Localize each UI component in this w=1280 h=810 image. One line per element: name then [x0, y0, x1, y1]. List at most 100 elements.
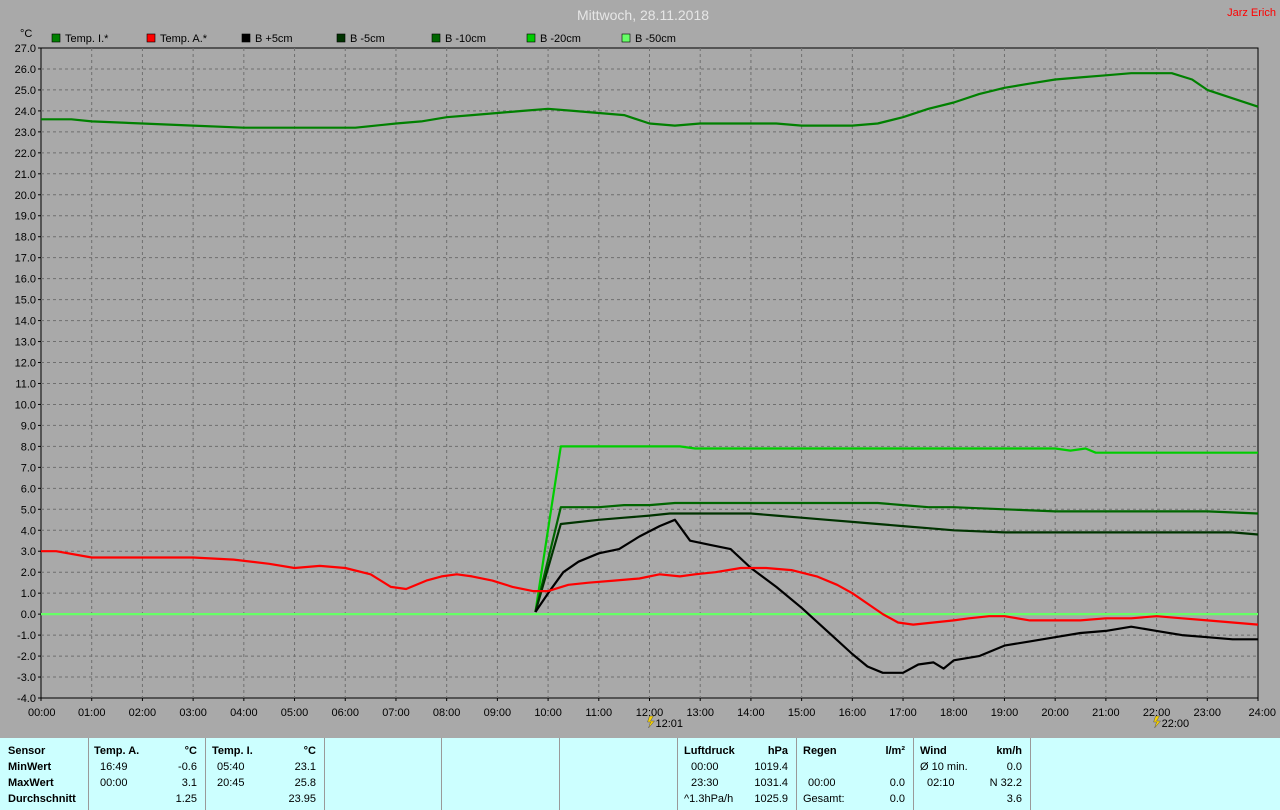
- legend-swatch: [241, 33, 251, 43]
- legend-swatch: [431, 33, 441, 43]
- stats-temp-a-max-value: 3.1: [181, 777, 197, 789]
- y-tick-label: 9.0: [21, 420, 36, 432]
- y-tick-label: 1.0: [21, 588, 36, 600]
- stats-rain-header: Regen: [803, 745, 837, 757]
- y-tick-label: 20.0: [15, 190, 36, 202]
- stats-temp-a-header: Temp. A.: [94, 745, 140, 757]
- stats-temp-i-max-time: 20:45: [217, 777, 245, 789]
- stats-pressure-max-value: 1031.4: [754, 777, 788, 789]
- stats-sensor-header: Sensor: [8, 745, 46, 757]
- stats-pressure-min-value: 1019.4: [754, 761, 788, 773]
- x-tick-label: 05:00: [281, 707, 309, 719]
- y-tick-label: 18.0: [15, 232, 36, 244]
- x-tick-label: 14:00: [737, 707, 765, 719]
- y-tick-label: 25.0: [15, 85, 36, 97]
- x-tick-label: 19:00: [991, 707, 1019, 719]
- y-tick-label: 24.0: [15, 106, 36, 118]
- stats-temp-a-max-time: 00:00: [100, 777, 128, 789]
- x-tick-label: 23:00: [1194, 707, 1222, 719]
- legend-label: B -50cm: [635, 33, 676, 45]
- stats-rain-column: Regen l/m² 00:00 0.0 Gesamt: 0.0: [796, 738, 914, 810]
- stats-pressure-trend: ^1.3hPa/h: [684, 793, 734, 805]
- x-tick-label: 07:00: [382, 707, 410, 719]
- legend-label: B -5cm: [350, 33, 385, 45]
- marker-label: 12:01: [656, 718, 684, 730]
- x-tick-label: 20:00: [1041, 707, 1069, 719]
- stats-temp-i-column: Temp. I. °C 05:40 23.1 20:45 25.8 23.95: [205, 738, 325, 810]
- x-tick-label: 08:00: [433, 707, 461, 719]
- x-tick-label: 02:00: [129, 707, 157, 719]
- stats-rain-total-label: Gesamt:: [803, 793, 845, 805]
- stats-temp-i-min-time: 05:40: [217, 761, 245, 773]
- x-tick-label: 03:00: [179, 707, 207, 719]
- marker-label: 22:00: [1162, 718, 1190, 730]
- y-tick-label: 5.0: [21, 504, 36, 516]
- stats-empty-column: [559, 738, 678, 810]
- x-tick-label: 11:00: [585, 707, 612, 719]
- x-tick-label: 09:00: [484, 707, 512, 719]
- y-tick-label: 2.0: [21, 567, 36, 579]
- stats-wind-column: Wind km/h Ø 10 min. 0.0 02:10 N 32.2 3.6: [913, 738, 1031, 810]
- temperature-chart: Mittwoch, 28.11.2018 Jarz Erich °C Temp.…: [0, 0, 1280, 738]
- legend-label: B -10cm: [445, 33, 486, 45]
- stats-pressure-column: Luftdruck hPa 00:00 1019.4 23:30 1031.4 …: [677, 738, 797, 810]
- y-tick-label: 27.0: [15, 43, 36, 55]
- stats-sensor-column: Sensor MinWert MaxWert Durchschnitt: [0, 738, 89, 810]
- y-tick-label: 13.0: [15, 337, 36, 349]
- legend-label: Temp. I.*: [65, 33, 109, 45]
- y-tick-label: 19.0: [15, 211, 36, 223]
- y-tick-label: 22.0: [15, 148, 36, 160]
- y-tick-label: 10.0: [15, 399, 36, 411]
- stats-temp-a-column: Temp. A. °C 16:49 -0.6 00:00 3.1 1.25: [88, 738, 206, 810]
- legend-swatch: [51, 33, 61, 43]
- legend-label: B +5cm: [255, 33, 293, 45]
- y-tick-label: 21.0: [15, 169, 36, 181]
- stats-row-label-avg: Durchschnitt: [8, 793, 76, 805]
- stats-pressure-min-time: 00:00: [691, 761, 719, 773]
- legend-swatch: [526, 33, 536, 43]
- y-tick-label: -1.0: [17, 630, 36, 642]
- y-tick-label: -4.0: [17, 693, 36, 705]
- y-tick-label: 4.0: [21, 525, 36, 537]
- stats-wind-max-value: N 32.2: [989, 777, 1022, 789]
- y-tick-label: 3.0: [21, 546, 36, 558]
- stats-temp-i-unit: °C: [303, 745, 316, 757]
- stats-rain-unit: l/m²: [885, 745, 905, 757]
- x-tick-label: 00:00: [28, 707, 56, 719]
- stats-rain-max-time: 00:00: [808, 777, 836, 789]
- statistics-panel: Sensor MinWert MaxWert Durchschnitt Temp…: [0, 738, 1280, 810]
- stats-temp-i-max-value: 25.8: [294, 777, 316, 789]
- stats-pressure-unit: hPa: [767, 745, 788, 757]
- stats-wind-max-time: 02:10: [927, 777, 955, 789]
- x-tick-label: 10:00: [534, 707, 562, 719]
- stats-rain-max-value: 0.0: [889, 777, 905, 789]
- stats-wind-avg-value: 0.0: [1006, 761, 1022, 773]
- y-tick-label: 6.0: [21, 483, 36, 495]
- y-tick-label: 15.0: [15, 295, 36, 307]
- y-tick-label: 8.0: [21, 441, 36, 453]
- y-tick-label: -3.0: [17, 672, 36, 684]
- x-tick-label: 13:00: [686, 707, 714, 719]
- stats-pressure-max-time: 23:30: [691, 777, 719, 789]
- stats-row-label-max: MaxWert: [8, 777, 54, 789]
- stats-wind-unit: km/h: [996, 745, 1022, 757]
- y-tick-label: -2.0: [17, 651, 36, 663]
- stats-rain-total-value: 0.0: [889, 793, 905, 805]
- x-tick-label: 15:00: [788, 707, 816, 719]
- x-tick-label: 16:00: [839, 707, 867, 719]
- legend-label: B -20cm: [540, 33, 581, 45]
- stats-temp-a-min-value: -0.6: [178, 761, 197, 773]
- stats-temp-i-avg-value: 23.95: [288, 793, 316, 805]
- stats-pressure-header: Luftdruck: [684, 745, 735, 757]
- legend-swatch: [146, 33, 156, 43]
- stats-wind-mean-value: 3.6: [1006, 793, 1022, 805]
- x-tick-label: 01:00: [78, 707, 106, 719]
- y-tick-label: 11.0: [15, 378, 36, 390]
- chart-title: Mittwoch, 28.11.2018: [577, 7, 709, 23]
- y-tick-label: 23.0: [15, 127, 36, 139]
- stats-temp-i-min-value: 23.1: [294, 761, 316, 773]
- x-tick-label: 24:00: [1248, 707, 1276, 719]
- y-tick-label: 12.0: [15, 358, 36, 370]
- stats-pressure-avg-value: 1025.9: [754, 793, 788, 805]
- stats-wind-avg-label: Ø 10 min.: [920, 761, 968, 773]
